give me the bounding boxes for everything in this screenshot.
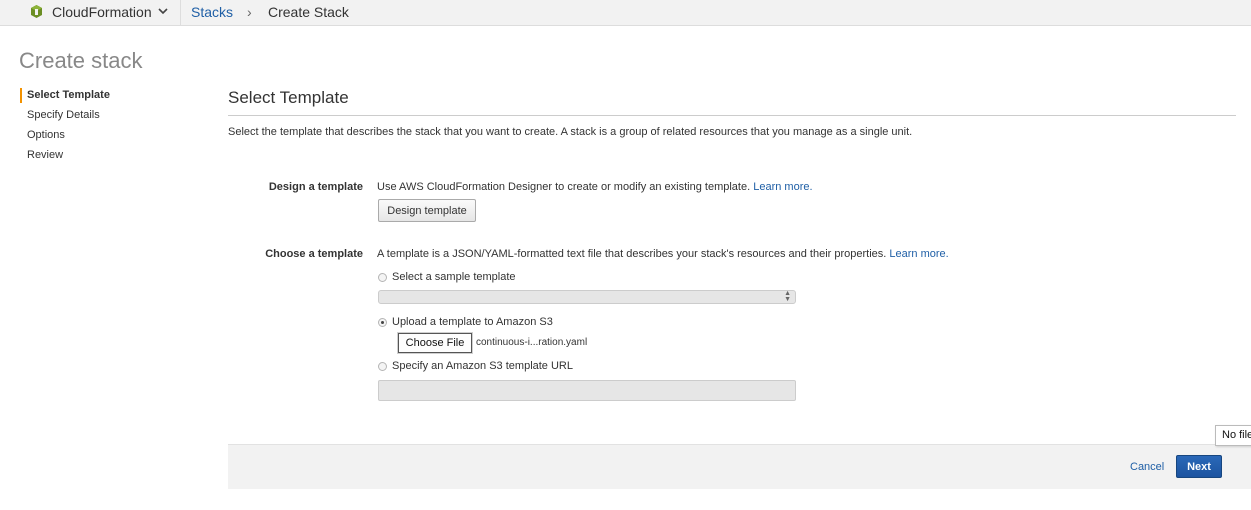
select-arrows-icon: ▲ ▼ <box>784 290 791 303</box>
choose-template-description: A template is a JSON/YAML-formatted text… <box>377 248 949 260</box>
chosen-file-name: continuous-i...ration.yaml <box>476 337 588 348</box>
sample-template-radio[interactable] <box>378 273 387 282</box>
choose-learn-more-link[interactable]: Learn more. <box>889 248 948 260</box>
s3-url-radio[interactable] <box>378 362 387 371</box>
design-template-label: Design a template <box>268 181 363 193</box>
service-name[interactable]: CloudFormation <box>52 4 152 20</box>
s3-url-input[interactable] <box>378 380 796 401</box>
breadcrumb-separator-icon: › <box>247 4 252 20</box>
page-title: Create stack <box>19 48 143 73</box>
sample-template-label[interactable]: Select a sample template <box>392 271 516 283</box>
choose-template-label: Choose a template <box>265 248 363 260</box>
next-button[interactable]: Next <box>1176 455 1222 478</box>
choose-file-button[interactable]: Choose File <box>398 333 472 353</box>
breadcrumb-stacks-link[interactable]: Stacks <box>191 4 233 20</box>
wizard-footer <box>228 444 1251 489</box>
choose-template-text: A template is a JSON/YAML-formatted text… <box>377 248 887 260</box>
design-template-description: Use AWS CloudFormation Designer to creat… <box>377 181 813 193</box>
step-specify-details[interactable]: Specify Details <box>20 108 200 128</box>
section-title: Select Template <box>228 88 349 107</box>
section-description: Select the template that describes the s… <box>228 126 913 138</box>
design-template-text: Use AWS CloudFormation Designer to creat… <box>377 181 751 193</box>
sample-template-select[interactable]: ▲ ▼ <box>378 290 796 304</box>
breadcrumb-current: Create Stack <box>268 4 349 20</box>
nav-divider <box>180 0 181 25</box>
file-input-tooltip: No file chosen <box>1215 425 1251 446</box>
step-select-template[interactable]: Select Template <box>20 88 200 108</box>
cloudformation-cube-icon[interactable] <box>31 5 42 18</box>
s3-url-label[interactable]: Specify an Amazon S3 template URL <box>392 360 573 372</box>
wizard-steps: Select Template Specify Details Options … <box>20 88 200 168</box>
design-template-button[interactable]: Design template <box>378 199 476 222</box>
design-learn-more-link[interactable]: Learn more. <box>753 181 812 193</box>
section-divider <box>228 115 1236 116</box>
step-options[interactable]: Options <box>20 128 200 148</box>
chevron-down-icon[interactable] <box>158 7 168 15</box>
upload-template-radio[interactable] <box>378 318 387 327</box>
top-nav-bar: CloudFormation Stacks › Create Stack <box>0 0 1251 26</box>
upload-template-label[interactable]: Upload a template to Amazon S3 <box>392 316 553 328</box>
cancel-button[interactable]: Cancel <box>1130 461 1164 473</box>
step-review[interactable]: Review <box>20 148 200 168</box>
